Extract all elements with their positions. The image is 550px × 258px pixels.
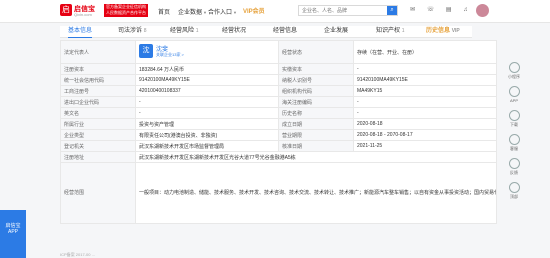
table-row: 法定代表人 沈 沈斐 关联企业13家 > 经营状态 存续（在营、开业、在册） (60, 40, 497, 64)
tab-operations[interactable]: 经营状况 (222, 26, 246, 37)
nav-enterprise-data[interactable]: 企业数据▼ (178, 7, 207, 16)
tab-judicial[interactable]: 司法涉诉 8 (118, 26, 146, 37)
table-row: 工商注册号 420100400108337 组织机构代码 MA49KY15 (60, 85, 497, 97)
app-icon[interactable]: ▤ (446, 7, 452, 13)
app-button[interactable]: APP (500, 86, 528, 108)
legal-rep-related-count[interactable]: 关联企业13家 > (156, 52, 184, 58)
section-tabs: 基本信息 司法涉诉 8 经营风险 1 经营状况 经营信息 企业发展 知识产权 1… (60, 26, 472, 38)
tab-basic-info[interactable]: 基本信息 (68, 26, 93, 38)
back-to-top-button[interactable]: 顶部 (500, 182, 528, 204)
phone-icon[interactable]: ☏ (427, 7, 435, 13)
table-row: 登记机关 武汉东湖新技术开发区市场监督管理局 核准日期 2021-11-25 (60, 140, 497, 152)
table-row: 所属行业 投资与资产管理 成立日期 2020-08-18 (60, 118, 497, 130)
side-toolbar: 小程序 APP 下载 客服 反馈 顶部 (500, 60, 528, 204)
user-avatar[interactable] (476, 4, 489, 17)
table-row: 英文名 - 历史名称 - (60, 107, 497, 119)
table-row: 注册资本 183284.64 万人民币 实缴资本 - (60, 63, 497, 75)
nav-home[interactable]: 首页 (158, 7, 170, 16)
feedback-icon (508, 158, 520, 169)
tab-development[interactable]: 企业发展 (324, 26, 348, 37)
top-bar: 启 启信宝 Qixin.com 官方备案企业征信机构 人民数据资产合作平台 首页… (0, 0, 550, 23)
tab-risk[interactable]: 经营风险 1 (170, 26, 198, 37)
legal-rep-label: 法定代表人 (60, 40, 136, 64)
nav-cooperation[interactable]: 合作入口▼ (208, 7, 237, 16)
status-label: 经营状态 (278, 40, 354, 64)
headset-icon (508, 134, 520, 145)
feedback-button[interactable]: 反馈 (500, 158, 528, 180)
search-box: ⌕ (298, 5, 398, 16)
search-input[interactable] (299, 6, 393, 15)
address-value: 武汉东湖新技术开发区东湖新技术开发区光谷大道77号光谷金融港A5栋 (135, 151, 497, 163)
tab-ip[interactable]: 知识产权 1 (376, 26, 404, 37)
footer-text: ICP备案 2017-00 ... (60, 252, 95, 257)
vip-link[interactable]: VIP会员 (243, 6, 265, 15)
logo-mark-icon: 启 (60, 4, 72, 16)
legal-rep[interactable]: 沈 沈斐 关联企业13家 > (139, 42, 275, 63)
table-row: 企业类型 有限责任公司(港澳台投资、非独资) 营业期限 2020-08-18 -… (60, 129, 497, 141)
bell-icon[interactable]: ♫ (463, 7, 468, 13)
tab-history[interactable]: 历史信息 VIP (426, 26, 460, 37)
brand-slogan: 官方备案企业征信机构 人民数据资产合作平台 (104, 4, 148, 17)
company-info-table: 法定代表人 沈 沈斐 关联企业13家 > 经营状态 存续（在营、开业、在册） 注… (60, 40, 497, 224)
table-row: 注册地址 武汉东湖新技术开发区东湖新技术开发区光谷大道77号光谷金融港A5栋 (60, 151, 497, 163)
table-row: 经营范围 一般项目：动力电池制造、储能、技术服务、技术开发、技术咨询、技术交流、… (60, 162, 497, 224)
chevron-down-icon: ▼ (233, 10, 237, 15)
mini-program-icon (508, 62, 520, 73)
status-value: 存续（在营、开业、在册） (353, 40, 497, 64)
tab-business-info[interactable]: 经营信息 (273, 26, 297, 37)
table-row: 统一社会信用代码 91420100MA49KY15E 纳税人识别号 914201… (60, 74, 497, 86)
app-download-badge[interactable]: 启信宝 APP (0, 210, 26, 258)
search-icon[interactable]: ⌕ (387, 6, 397, 15)
table-row: 进出口企业代码 - 海关注册编码 - (60, 96, 497, 108)
chevron-down-icon: ▼ (203, 10, 207, 15)
message-icon[interactable]: ✉ (410, 7, 415, 13)
header-icons: ✉ ☏ ▤ ♫ (410, 6, 468, 13)
brand-domain: Qixin.com (74, 12, 92, 17)
legal-rep-avatar: 沈 (139, 44, 153, 58)
download-button[interactable]: 下载 (500, 110, 528, 132)
brand-logo[interactable]: 启 启信宝 Qixin.com (60, 4, 100, 18)
phone-icon (508, 86, 520, 97)
download-icon (508, 110, 520, 121)
service-button[interactable]: 客服 (500, 134, 528, 156)
arrow-up-icon (508, 182, 520, 193)
business-scope: 一般项目：动力电池制造、储能、技术服务、技术开发、技术咨询、技术交流、技术转让、… (135, 162, 497, 224)
mini-program-button[interactable]: 小程序 (500, 62, 528, 84)
